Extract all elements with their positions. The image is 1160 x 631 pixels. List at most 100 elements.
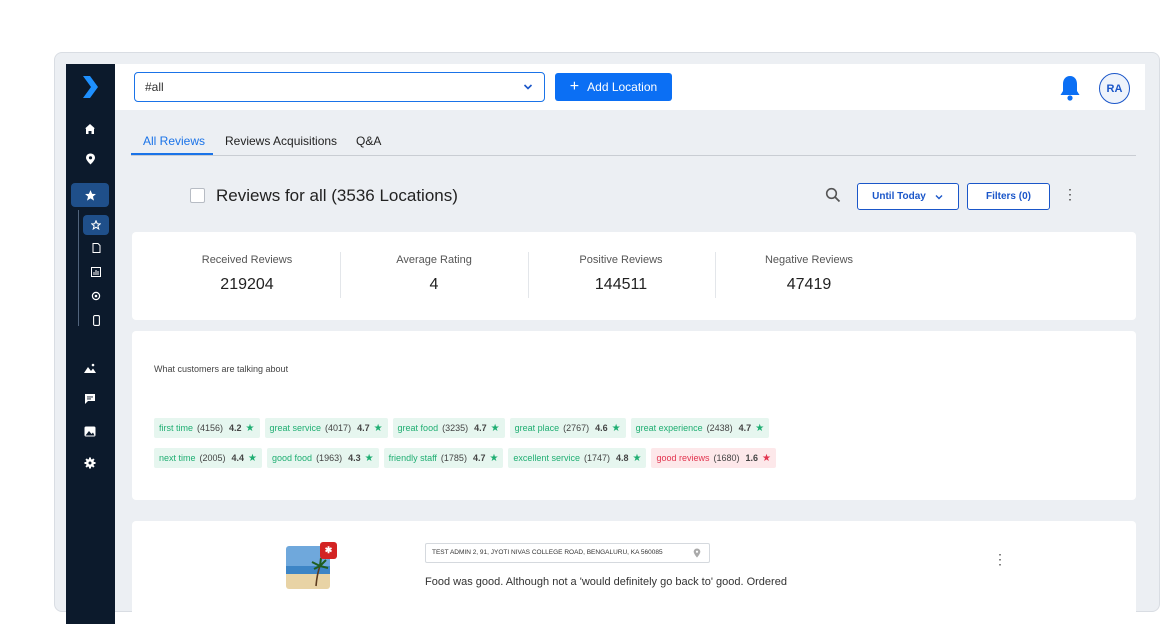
settings-icon[interactable] [88, 289, 104, 303]
plus-icon: + [569, 78, 580, 95]
stat-average-rating: Average Rating 4 [349, 254, 519, 294]
submenu-guide-line [78, 210, 79, 326]
review-text: Food was good. Although not a 'would def… [425, 576, 787, 588]
filters-button[interactable]: Filters (0) [967, 183, 1050, 210]
topic-keyword: excellent service [513, 453, 580, 463]
photo-icon[interactable] [81, 422, 99, 440]
topic-chip[interactable]: great food (3235) 4.7 ★ [392, 418, 505, 438]
yelp-icon: ✱ [320, 542, 337, 559]
add-location-label: Add Location [587, 80, 658, 94]
date-filter-label: Until Today [872, 191, 926, 202]
home-icon[interactable] [81, 120, 99, 138]
stat-received-reviews: Received Reviews 219204 [162, 254, 332, 294]
stat-value: 4 [429, 276, 439, 293]
topic-keyword: next time [159, 453, 196, 463]
topic-count: (2767) [563, 423, 590, 433]
topic-keyword: great place [514, 423, 560, 433]
search-icon[interactable] [825, 187, 841, 203]
topic-chip[interactable]: first time (4156) 4.2 ★ [154, 418, 260, 438]
image-icon[interactable] [81, 359, 99, 377]
stat-label: Received Reviews [201, 254, 293, 266]
document-icon[interactable] [88, 241, 104, 255]
topic-rating: 4.7 [474, 423, 487, 433]
topic-rating: 4.2 [229, 423, 242, 433]
review-location-address[interactable]: TEST ADMIN 2, 91, JYOTI NIVAS COLLEGE RO… [425, 543, 710, 563]
stat-value: 144511 [594, 276, 648, 293]
topic-rating: 4.4 [231, 453, 245, 463]
star-icon: ★ [755, 422, 765, 434]
select-all-checkbox[interactable] [190, 188, 205, 203]
topic-chip[interactable]: excellent service (1747) 4.8 ★ [508, 448, 647, 468]
topic-keyword: great service [269, 423, 322, 433]
star-icon: ★ [364, 452, 374, 464]
topic-count: (1747) [583, 453, 610, 463]
stat-label: Average Rating [396, 254, 472, 266]
topic-rating: 4.7 [357, 423, 370, 433]
topic-keyword: great food [397, 423, 439, 433]
stat-divider [340, 252, 341, 298]
stat-value: 47419 [786, 276, 832, 293]
address-text: TEST ADMIN 2, 91, JYOTI NIVAS COLLEGE RO… [432, 549, 663, 556]
add-location-button[interactable]: + Add Location [555, 73, 672, 101]
topic-chip[interactable]: good food (1963) 4.3 ★ [267, 448, 379, 468]
reviews-title: Reviews for all (3536 Locations) [216, 186, 458, 205]
star-icon: ★ [762, 452, 771, 464]
star-icon[interactable] [81, 186, 99, 204]
tab-reviews-acquisitions[interactable]: Reviews Acquisitions [225, 134, 337, 148]
topic-count: (2005) [199, 453, 226, 463]
topic-chip[interactable]: next time (2005) 4.4 ★ [154, 448, 263, 468]
chevron-down-icon [523, 84, 533, 90]
chart-icon[interactable] [88, 265, 104, 279]
topic-chip[interactable]: good reviews (1680) 1.6 ★ [651, 448, 776, 468]
topic-count: (4017) [325, 423, 352, 433]
phone-icon[interactable] [88, 313, 104, 327]
stat-negative-reviews: Negative Reviews 47419 [724, 254, 894, 294]
topic-count: (1680) [713, 453, 740, 463]
stat-label: Negative Reviews [764, 254, 854, 266]
topics-row: first time (4156) 4.2 ★ great service (4017) 4… [154, 418, 770, 438]
topic-count: (1963) [316, 453, 343, 463]
topic-rating: 1.6 [745, 453, 759, 463]
chat-icon[interactable] [81, 390, 99, 408]
topic-chip[interactable]: great service (4017) 4.7 ★ [264, 418, 388, 438]
bell-icon[interactable] [1058, 74, 1082, 102]
chevron-down-icon [935, 194, 943, 199]
topic-rating: 4.3 [348, 453, 361, 463]
tab-all-reviews[interactable]: All Reviews [143, 134, 205, 148]
location-select-value: #all [145, 80, 164, 94]
topic-chip[interactable]: great experience (2438) 4.7 ★ [630, 418, 770, 438]
location-select[interactable]: #all [134, 72, 545, 102]
tab-qa[interactable]: Q&A [356, 134, 381, 148]
topic-count: (4156) [197, 423, 224, 433]
stat-divider [528, 252, 529, 298]
topics-title: What customers are talking about [154, 364, 289, 374]
topics-card: What customers are talking about first t… [132, 331, 1136, 500]
sidebar [66, 64, 115, 624]
location-pin-icon[interactable] [81, 150, 99, 168]
topic-keyword: friendly staff [388, 453, 437, 463]
filters-label: Filters (0) [985, 191, 1031, 202]
more-options-icon[interactable]: ⋮ [1063, 187, 1077, 201]
gear-icon[interactable] [81, 454, 99, 472]
star-icon: ★ [373, 422, 383, 434]
star-icon: ★ [611, 422, 621, 434]
topic-keyword: good food [272, 453, 313, 463]
topic-chip[interactable]: great place (2767) 4.6 ★ [509, 418, 626, 438]
review-card: ✱ TEST ADMIN 2, 91, JYOTI NIVAS COLLEGE … [132, 521, 1136, 631]
topic-rating: 4.8 [615, 453, 629, 463]
user-avatar[interactable]: RA [1099, 73, 1130, 104]
topic-rating: 4.6 [595, 423, 608, 433]
topic-chip[interactable]: friendly staff (1785) 4.7 ★ [383, 448, 504, 468]
app-logo-icon[interactable] [81, 76, 99, 98]
star-outline-icon[interactable] [88, 218, 104, 232]
topic-count: (3235) [442, 423, 469, 433]
topic-count: (1785) [440, 453, 467, 463]
stat-value: 219204 [220, 276, 274, 293]
star-icon: ★ [245, 422, 255, 434]
date-filter-dropdown[interactable]: Until Today [857, 183, 959, 210]
location-pin-icon [693, 548, 701, 558]
stats-card: Received Reviews 219204 Average Rating 4… [132, 232, 1136, 320]
topic-keyword: first time [159, 423, 194, 433]
stat-positive-reviews: Positive Reviews 144511 [536, 254, 706, 294]
review-more-options-icon[interactable]: ⋮ [993, 551, 1007, 568]
